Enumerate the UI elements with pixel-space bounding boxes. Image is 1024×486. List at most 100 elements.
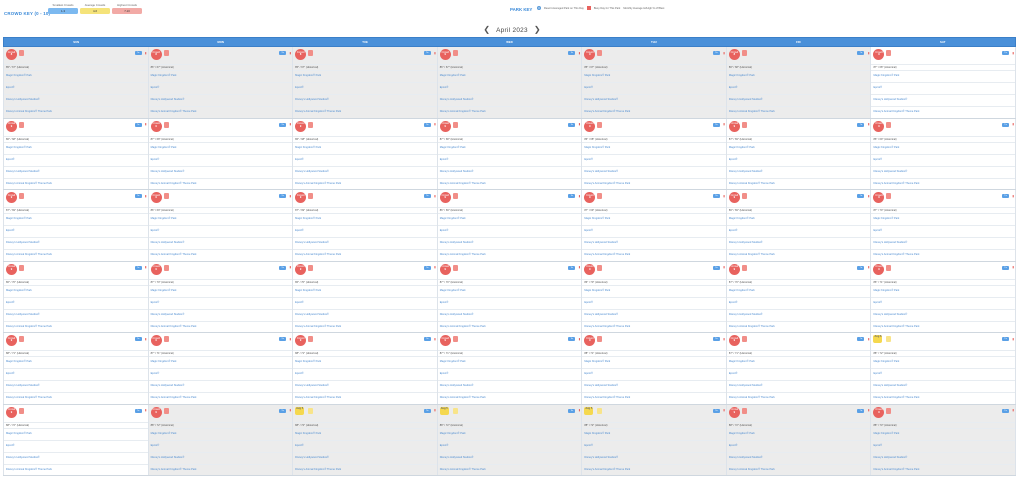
park-link[interactable]: Magic Kingdom® Park	[4, 213, 148, 225]
park-link[interactable]: Magic Kingdom® Park	[726, 356, 871, 368]
crowd-level-badge[interactable]: Avg 5	[439, 406, 449, 415]
park-link[interactable]: Epcot®	[871, 225, 1016, 237]
day-cell[interactable]: Crowd 9 Tix ▮ 86° / 70° (Historical) Magic Ki…	[582, 261, 727, 332]
park-link[interactable]: Disney's Animal Kingdom® Theme Park	[437, 392, 582, 404]
park-link[interactable]: Disney's Hollywood Studios®	[437, 308, 582, 321]
crowd-level-badge[interactable]: Crowd 9	[439, 120, 451, 132]
park-link[interactable]: Disney's Hollywood Studios®	[148, 380, 293, 392]
park-link[interactable]: Epcot®	[4, 153, 148, 166]
park-link[interactable]: Epcot®	[437, 225, 582, 237]
ticket-button[interactable]: Tix	[134, 122, 142, 127]
park-link[interactable]: Disney's Animal Kingdom® Theme Park	[582, 463, 726, 476]
park-link[interactable]: Magic Kingdom® Park	[726, 141, 871, 154]
park-link[interactable]: Epcot®	[726, 368, 871, 380]
park-link[interactable]: Disney's Hollywood Studios®	[726, 94, 871, 106]
day-cell[interactable]: Crowd 9 Tix ▮ 86° / 69° (Historical) Magic Ki…	[726, 190, 872, 261]
park-link[interactable]: Epcot®	[726, 439, 871, 452]
park-link[interactable]: Disney's Animal Kingdom® Theme Park	[582, 249, 726, 261]
park-link[interactable]: Disney's Animal Kingdom® Theme Park	[726, 320, 871, 333]
park-link[interactable]: Magic Kingdom® Park	[726, 70, 871, 82]
park-link[interactable]: Disney's Animal Kingdom® Theme Park	[726, 392, 871, 404]
day-cell[interactable]: Crowd 9 Tix ▮ 88° / 71° (Historical) Magic Ki…	[293, 333, 438, 404]
park-link[interactable]: Epcot®	[148, 296, 293, 309]
park-link[interactable]: Disney's Hollywood Studios®	[148, 308, 293, 321]
park-link[interactable]: Disney's Animal Kingdom® Theme Park	[726, 463, 871, 476]
park-link[interactable]: Disney's Animal Kingdom® Theme Park	[4, 249, 148, 261]
park-link[interactable]: Epcot®	[437, 368, 582, 380]
day-cell[interactable]: Crowd 9 Tix ▮ 87° / 69° (Historical) Magic Ki…	[582, 190, 727, 261]
park-link[interactable]: Disney's Hollywood Studios®	[293, 237, 437, 249]
park-link[interactable]: Magic Kingdom® Park	[293, 213, 437, 225]
park-link[interactable]: Magic Kingdom® Park	[871, 284, 1016, 297]
ticket-button[interactable]: Tix	[423, 337, 431, 341]
park-link[interactable]: Epcot®	[4, 368, 148, 380]
park-link[interactable]: Epcot®	[293, 153, 437, 166]
park-link[interactable]: Disney's Hollywood Studios®	[293, 165, 437, 178]
ticket-button[interactable]: Tix	[857, 408, 865, 413]
crowd-level-badge[interactable]: Crowd 9	[728, 406, 740, 418]
park-link[interactable]: Epcot®	[293, 296, 437, 309]
park-link[interactable]: Disney's Animal Kingdom® Theme Park	[148, 249, 293, 261]
crowd-level-badge[interactable]: Crowd 9	[6, 263, 17, 275]
ticket-button[interactable]: Tix	[423, 122, 431, 127]
park-link[interactable]: Magic Kingdom® Park	[437, 141, 582, 154]
crowd-level-badge[interactable]: Crowd 8	[295, 49, 307, 60]
park-link[interactable]: Epcot®	[582, 368, 726, 380]
park-link[interactable]: Magic Kingdom® Park	[148, 213, 293, 225]
day-cell[interactable]: Crowd 9 Tix ▮ 87° / 71° (Historical) Magic Ki…	[437, 333, 583, 404]
park-link[interactable]: Magic Kingdom® Park	[871, 427, 1016, 440]
crowd-level-badge[interactable]: Crowd 9	[150, 120, 162, 132]
park-link[interactable]: Disney's Hollywood Studios®	[726, 165, 871, 178]
ticket-button[interactable]: Tix	[857, 337, 865, 341]
day-cell[interactable]: Crowd 9 Tix ▮ 87° / 68° (Historical) Magic Ki…	[437, 118, 583, 189]
park-link[interactable]: Epcot®	[437, 153, 582, 166]
ticket-button[interactable]: Tix	[1002, 265, 1010, 270]
park-link[interactable]: Magic Kingdom® Park	[871, 141, 1016, 154]
park-link[interactable]: Disney's Animal Kingdom® Theme Park	[293, 177, 437, 190]
crowd-level-badge[interactable]: Crowd 9	[728, 263, 740, 275]
day-cell[interactable]: Crowd 8 Tix ▮ 85° / 67° (Historical) Magic Ki…	[293, 47, 438, 118]
crowd-level-badge[interactable]: Crowd 9	[439, 192, 451, 203]
park-link[interactable]: Disney's Animal Kingdom® Theme Park	[148, 392, 293, 404]
park-link[interactable]: Disney's Hollywood Studios®	[582, 380, 726, 392]
park-link[interactable]: Magic Kingdom® Park	[293, 356, 437, 368]
park-link[interactable]: Magic Kingdom® Park	[293, 427, 437, 440]
park-link[interactable]: Disney's Animal Kingdom® Theme Park	[871, 106, 1016, 118]
ticket-button[interactable]: Tix	[712, 51, 720, 55]
ticket-button[interactable]: Tix	[134, 194, 142, 198]
crowd-level-badge[interactable]: Crowd 9	[439, 263, 451, 275]
crowd-level-badge[interactable]: Crowd 8	[728, 49, 740, 60]
park-link[interactable]: Disney's Animal Kingdom® Theme Park	[871, 320, 1016, 333]
park-link[interactable]: Disney's Hollywood Studios®	[4, 451, 148, 464]
crowd-level-badge[interactable]: Crowd 9	[295, 192, 307, 203]
park-link[interactable]: Disney's Animal Kingdom® Theme Park	[871, 392, 1016, 404]
day-cell[interactable]: Crowd 9 Tix ▮ 86° / 70° (Historical) Magic Ki…	[293, 261, 438, 332]
ticket-button[interactable]: Tix	[568, 265, 576, 270]
park-link[interactable]: Disney's Hollywood Studios®	[582, 308, 726, 321]
park-link[interactable]: Disney's Animal Kingdom® Theme Park	[4, 392, 148, 404]
ticket-button[interactable]: Tix	[423, 265, 431, 270]
ticket-button[interactable]: Tix	[857, 122, 865, 127]
park-link[interactable]: Disney's Hollywood Studios®	[871, 237, 1016, 249]
ticket-button[interactable]: Tix	[279, 408, 287, 413]
park-link[interactable]: Disney's Animal Kingdom® Theme Park	[871, 249, 1016, 261]
day-cell[interactable]: Crowd 8 Tix ▮ 85° / 67° (Historical) Magic Ki…	[3, 47, 149, 118]
park-link[interactable]: Epcot®	[871, 368, 1016, 380]
park-link[interactable]: Disney's Animal Kingdom® Theme Park	[726, 177, 871, 190]
park-link[interactable]: Disney's Hollywood Studios®	[293, 451, 437, 464]
day-cell[interactable]: Crowd 9 Tix ▮ 88° / 72° (Historical) Magic Ki…	[148, 404, 294, 475]
day-cell[interactable]: Crowd 9 Tix ▮ 85° / 67° (Historical) Magic Ki…	[582, 47, 727, 118]
park-link[interactable]: Disney's Hollywood Studios®	[871, 380, 1016, 392]
crowd-level-badge[interactable]: Avg 5	[295, 406, 305, 415]
park-link[interactable]: Epcot®	[726, 225, 871, 237]
day-cell[interactable]: Crowd 9 Tix ▮ 86° / 69° (Historical) Magic Ki…	[148, 190, 294, 261]
park-link[interactable]: Disney's Animal Kingdom® Theme Park	[293, 392, 437, 404]
day-cell[interactable]: Crowd 9 Tix ▮ 86° / 68° (Historical) Magic Ki…	[582, 118, 727, 189]
park-link[interactable]: Magic Kingdom® Park	[871, 356, 1016, 368]
park-link[interactable]: Epcot®	[293, 225, 437, 237]
park-link[interactable]: Epcot®	[582, 296, 726, 309]
park-link[interactable]: Magic Kingdom® Park	[4, 356, 148, 368]
ticket-button[interactable]: Tix	[279, 122, 287, 127]
ticket-button[interactable]: Tix	[857, 51, 865, 55]
park-link[interactable]: Magic Kingdom® Park	[293, 70, 437, 82]
